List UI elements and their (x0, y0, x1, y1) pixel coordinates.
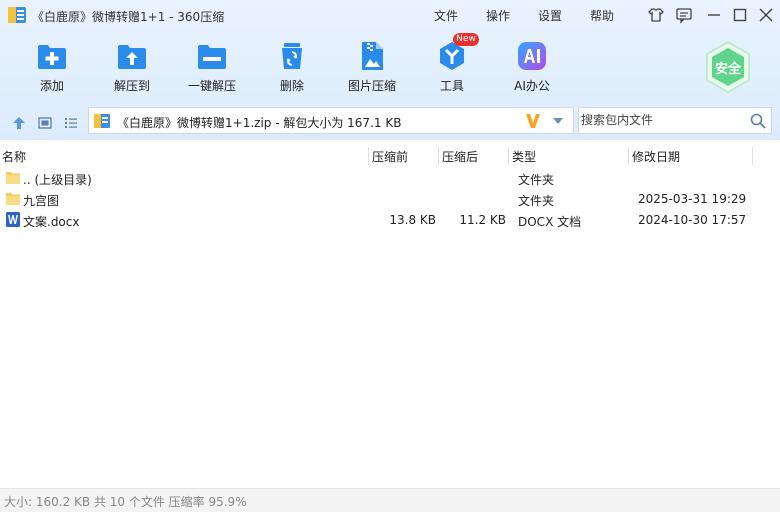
one-click-extract-icon (198, 45, 226, 69)
folder-icon (6, 172, 20, 184)
file-size-after: 11.2 KB (459, 213, 506, 227)
window-title: 《白鹿原》微博转赠1+1 - 360压缩 (32, 10, 225, 24)
one-click-extract-label: 一键解压 (187, 79, 236, 93)
word-doc-icon (6, 212, 20, 227)
chevron-down-icon[interactable] (552, 117, 564, 125)
menu-operation[interactable]: 操作 (486, 7, 510, 24)
column-type[interactable]: 类型 (512, 148, 536, 165)
file-date: 2025-03-31 19:29 (638, 192, 747, 206)
extract-to-button[interactable]: 解压到 (97, 38, 167, 98)
feedback-icon[interactable] (674, 5, 694, 25)
ai-office-label: AI办公 (514, 79, 550, 93)
file-size-before: 13.8 KB (389, 213, 436, 227)
add-button[interactable]: 添加 (17, 38, 87, 98)
list-view-icon[interactable] (64, 116, 78, 130)
zip-archive-icon (94, 114, 110, 128)
column-divider[interactable] (752, 147, 753, 165)
folder-icon (6, 193, 20, 205)
thumbnail-view-icon[interactable] (38, 116, 52, 130)
security-label[interactable]: 安全 (704, 58, 752, 77)
new-badge: New (453, 33, 479, 46)
close-icon[interactable] (756, 5, 776, 25)
column-header-row: 名称 压缩前 压缩后 类型 修改日期 (0, 145, 780, 167)
image-compress-icon (362, 42, 383, 70)
column-modified-date[interactable]: 修改日期 (632, 148, 680, 165)
ai-office-icon (518, 42, 546, 70)
file-row-folder[interactable]: 九宫图 文件夹 2025-03-31 19:29 (0, 189, 780, 209)
minimize-icon[interactable] (704, 5, 724, 25)
search-input[interactable] (581, 113, 741, 127)
search-icon[interactable] (750, 113, 766, 129)
file-type: DOCX 文档 (518, 215, 582, 229)
archive-path: 《白鹿原》微博转赠1+1.zip - 解包大小为 167.1 KB (117, 116, 402, 130)
file-row-docx[interactable]: 文案.docx 13.8 KB 11.2 KB DOCX 文档 2024-10-… (0, 210, 780, 230)
delete-button[interactable]: 删除 (257, 38, 327, 98)
column-name[interactable]: 名称 (2, 148, 26, 165)
delete-icon (282, 43, 302, 69)
column-divider[interactable] (508, 147, 509, 165)
status-text: 大小: 160.2 KB 共 10 个文件 压缩率 95.9% (4, 495, 247, 509)
menu-file[interactable]: 文件 (434, 7, 458, 24)
extract-to-icon (118, 45, 146, 69)
file-date: 2024-10-30 17:57 (638, 213, 747, 227)
tools-label: 工具 (439, 79, 464, 93)
search-box (578, 107, 772, 134)
column-size-before[interactable]: 压缩前 (372, 148, 408, 165)
image-compress-label: 图片压缩 (347, 79, 396, 93)
add-icon (38, 45, 66, 69)
menu-help[interactable]: 帮助 (590, 7, 614, 24)
title-bar: 《白鹿原》微博转赠1+1 - 360压缩 文件 操作 设置 帮助 (0, 0, 780, 30)
file-type: 文件夹 (518, 173, 555, 187)
app-logo-icon (8, 7, 26, 23)
tools-button[interactable]: 工具 (417, 38, 487, 98)
menu-settings[interactable]: 设置 (538, 7, 562, 24)
column-divider[interactable] (628, 147, 629, 165)
image-compress-button[interactable]: 图片压缩 (337, 38, 407, 98)
address-bar[interactable]: 《白鹿原》微博转赠1+1.zip - 解包大小为 167.1 KB (88, 107, 574, 134)
delete-label: 删除 (279, 79, 304, 93)
skin-shirt-icon[interactable] (646, 5, 666, 25)
column-size-after[interactable]: 压缩后 (442, 148, 478, 165)
file-row-parent-dir[interactable]: .. (上级目录) 文件夹 (0, 168, 780, 188)
ai-office-button[interactable]: AI办公 (497, 38, 567, 98)
v-logo-icon[interactable] (525, 112, 541, 130)
file-name: 九宫图 (23, 194, 60, 208)
column-divider[interactable] (368, 147, 369, 165)
maximize-icon[interactable] (730, 5, 750, 25)
file-name: 文案.docx (23, 215, 80, 229)
add-label: 添加 (39, 79, 64, 93)
up-arrow-icon[interactable] (12, 116, 26, 130)
file-name: .. (上级目录) (23, 173, 92, 187)
file-type: 文件夹 (518, 194, 555, 208)
status-bar: 大小: 160.2 KB 共 10 个文件 压缩率 95.9% (0, 488, 780, 512)
one-click-extract-button[interactable]: 一键解压 (177, 38, 247, 98)
extract-to-label: 解压到 (113, 79, 150, 93)
column-divider[interactable] (438, 147, 439, 165)
